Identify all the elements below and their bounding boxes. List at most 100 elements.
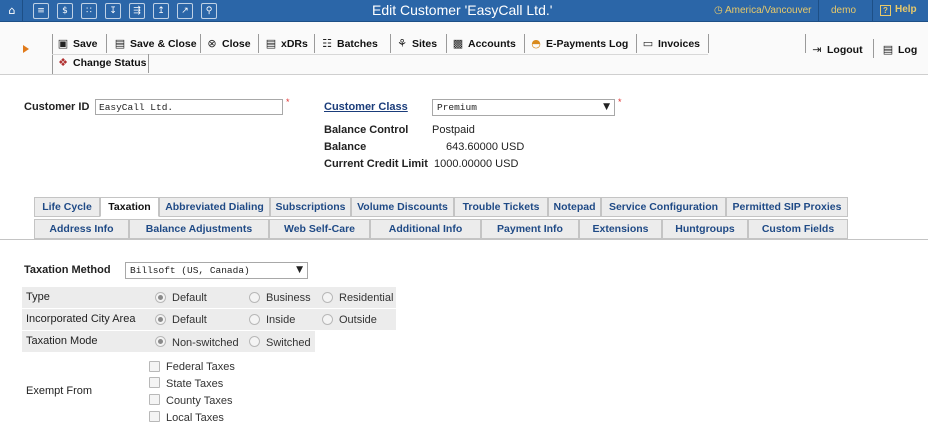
tab-volume-discounts[interactable]: Volume Discounts [351, 197, 454, 217]
save-button[interactable]: ▣ Save [57, 36, 98, 52]
type-default-label: Default [172, 292, 207, 304]
chevron-down-icon: ▼ [296, 265, 303, 275]
floppy-close-icon: ▤ [114, 37, 126, 50]
tab-payment-info[interactable]: Payment Info [481, 219, 579, 239]
divider [636, 34, 637, 53]
invoices-button[interactable]: ▭ Invoices [642, 36, 700, 52]
e-payments-label: E-Payments Log [546, 38, 629, 50]
state-taxes-label: State Taxes [166, 378, 224, 390]
type-default-radio[interactable] [155, 292, 166, 303]
divider [52, 54, 708, 55]
batches-label: Batches [337, 38, 378, 50]
federal-taxes-checkbox[interactable] [149, 361, 160, 372]
divider [873, 39, 874, 58]
tab-permitted-sip-proxies[interactable]: Permitted SIP Proxies [726, 197, 848, 217]
log-icon: ▤ [882, 43, 894, 56]
city-outside-radio[interactable] [322, 314, 333, 325]
tab-service-configuration[interactable]: Service Configuration [601, 197, 726, 217]
divider [818, 0, 819, 22]
customer-class-link[interactable]: Customer Class [324, 101, 408, 113]
city-default-radio[interactable] [155, 314, 166, 325]
save-label: Save [73, 38, 98, 50]
customer-id-input[interactable]: EasyCall Ltd. [95, 99, 283, 115]
balance-value: 643.60000 USD [446, 141, 525, 153]
dollar-icon[interactable]: $ [57, 3, 73, 19]
floppy-icon: ▣ [57, 37, 69, 50]
home-icon[interactable]: ⌂ [4, 3, 20, 19]
city-default-label: Default [172, 314, 207, 326]
page-title: Edit Customer 'EasyCall Ltd.' [372, 2, 553, 18]
list-icon[interactable]: ≡ [33, 3, 49, 19]
expand-arrow-icon[interactable] [23, 45, 29, 53]
required-marker: * [618, 97, 622, 107]
taxation-method-select[interactable]: Billsoft (US, Canada) ▼ [125, 262, 308, 279]
tab-additional-info[interactable]: Additional Info [370, 219, 481, 239]
mode-non-switched-radio[interactable] [155, 336, 166, 347]
help-icon: ? [880, 5, 891, 16]
type-business-radio[interactable] [249, 292, 260, 303]
type-business-label: Business [266, 292, 311, 304]
grid-icon[interactable]: ∷ [81, 3, 97, 19]
customer-class-value: Premium [437, 102, 477, 113]
type-label: Type [26, 291, 50, 303]
taxation-method-label: Taxation Method [24, 264, 111, 276]
tab-subscriptions[interactable]: Subscriptions [270, 197, 351, 217]
tab-address-info[interactable]: Address Info [34, 219, 129, 239]
customer-class-select[interactable]: Premium ▼ [432, 99, 615, 116]
tab-trouble-tickets[interactable]: Trouble Tickets [454, 197, 548, 217]
divider [805, 34, 806, 53]
logout-icon: ⇥ [812, 43, 822, 56]
required-marker: * [286, 97, 290, 107]
timezone-link[interactable]: ◷ America/Vancouver [714, 5, 811, 16]
batches-button[interactable]: ☷ Batches [321, 36, 378, 52]
xdrs-icon: ▤ [265, 37, 277, 50]
close-button[interactable]: ⊗ Close [206, 36, 251, 52]
tab-huntgroups[interactable]: Huntgroups [662, 219, 748, 239]
mode-switched-radio[interactable] [249, 336, 260, 347]
tab-taxation[interactable]: Taxation [100, 197, 159, 217]
close-label: Close [222, 38, 251, 50]
divider [446, 34, 447, 53]
tab-custom-fields[interactable]: Custom Fields [748, 219, 848, 239]
tab-balance-adjustments[interactable]: Balance Adjustments [129, 219, 269, 239]
accounts-button[interactable]: ▩ Accounts [452, 36, 516, 52]
download-icon[interactable]: ↧ [105, 3, 121, 19]
sites-button[interactable]: ⚘ Sites [396, 36, 437, 52]
county-taxes-label: County Taxes [166, 395, 233, 407]
invoices-icon: ▭ [642, 37, 654, 50]
local-taxes-label: Local Taxes [166, 412, 224, 424]
change-status-button[interactable]: ❖ Change Status [57, 55, 146, 71]
type-residential-radio[interactable] [322, 292, 333, 303]
tab-notepad[interactable]: Notepad [548, 197, 601, 217]
search-icon[interactable]: ⚲ [201, 3, 217, 19]
close-icon: ⊗ [207, 37, 217, 50]
tab-abbreviated-dialing[interactable]: Abbreviated Dialing [159, 197, 270, 217]
accounts-label: Accounts [468, 38, 516, 50]
divider [708, 34, 709, 53]
e-payments-icon: ◓ [531, 37, 541, 50]
taxation-mode-label: Taxation Mode [26, 335, 98, 347]
routing-icon[interactable]: ⇶ [129, 3, 145, 19]
tab-extensions[interactable]: Extensions [579, 219, 662, 239]
logout-button[interactable]: ⇥ Logout [811, 42, 862, 58]
tab-web-self-care[interactable]: Web Self-Care [269, 219, 370, 239]
sites-icon: ⚘ [397, 37, 407, 50]
upload-icon[interactable]: ↥ [153, 3, 169, 19]
log-label: Log [898, 44, 918, 56]
state-taxes-checkbox[interactable] [149, 377, 160, 388]
chart-icon[interactable]: ↗ [177, 3, 193, 19]
divider [148, 54, 149, 73]
log-button[interactable]: ▤ Log [882, 42, 917, 58]
tab-life-cycle[interactable]: Life Cycle [34, 197, 100, 217]
xdrs-label: xDRs [281, 38, 308, 50]
city-inside-radio[interactable] [249, 314, 260, 325]
e-payments-log-button[interactable]: ◓ E-Payments Log [530, 36, 628, 52]
local-taxes-checkbox[interactable] [149, 411, 160, 422]
save-close-button[interactable]: ▤ Save & Close [114, 36, 197, 52]
federal-taxes-label: Federal Taxes [166, 361, 235, 373]
county-taxes-checkbox[interactable] [149, 394, 160, 405]
help-link[interactable]: ? Help [880, 4, 917, 16]
xdrs-button[interactable]: ▤ xDRs [265, 36, 308, 52]
user-link[interactable]: demo [831, 5, 856, 16]
divider [524, 34, 525, 53]
